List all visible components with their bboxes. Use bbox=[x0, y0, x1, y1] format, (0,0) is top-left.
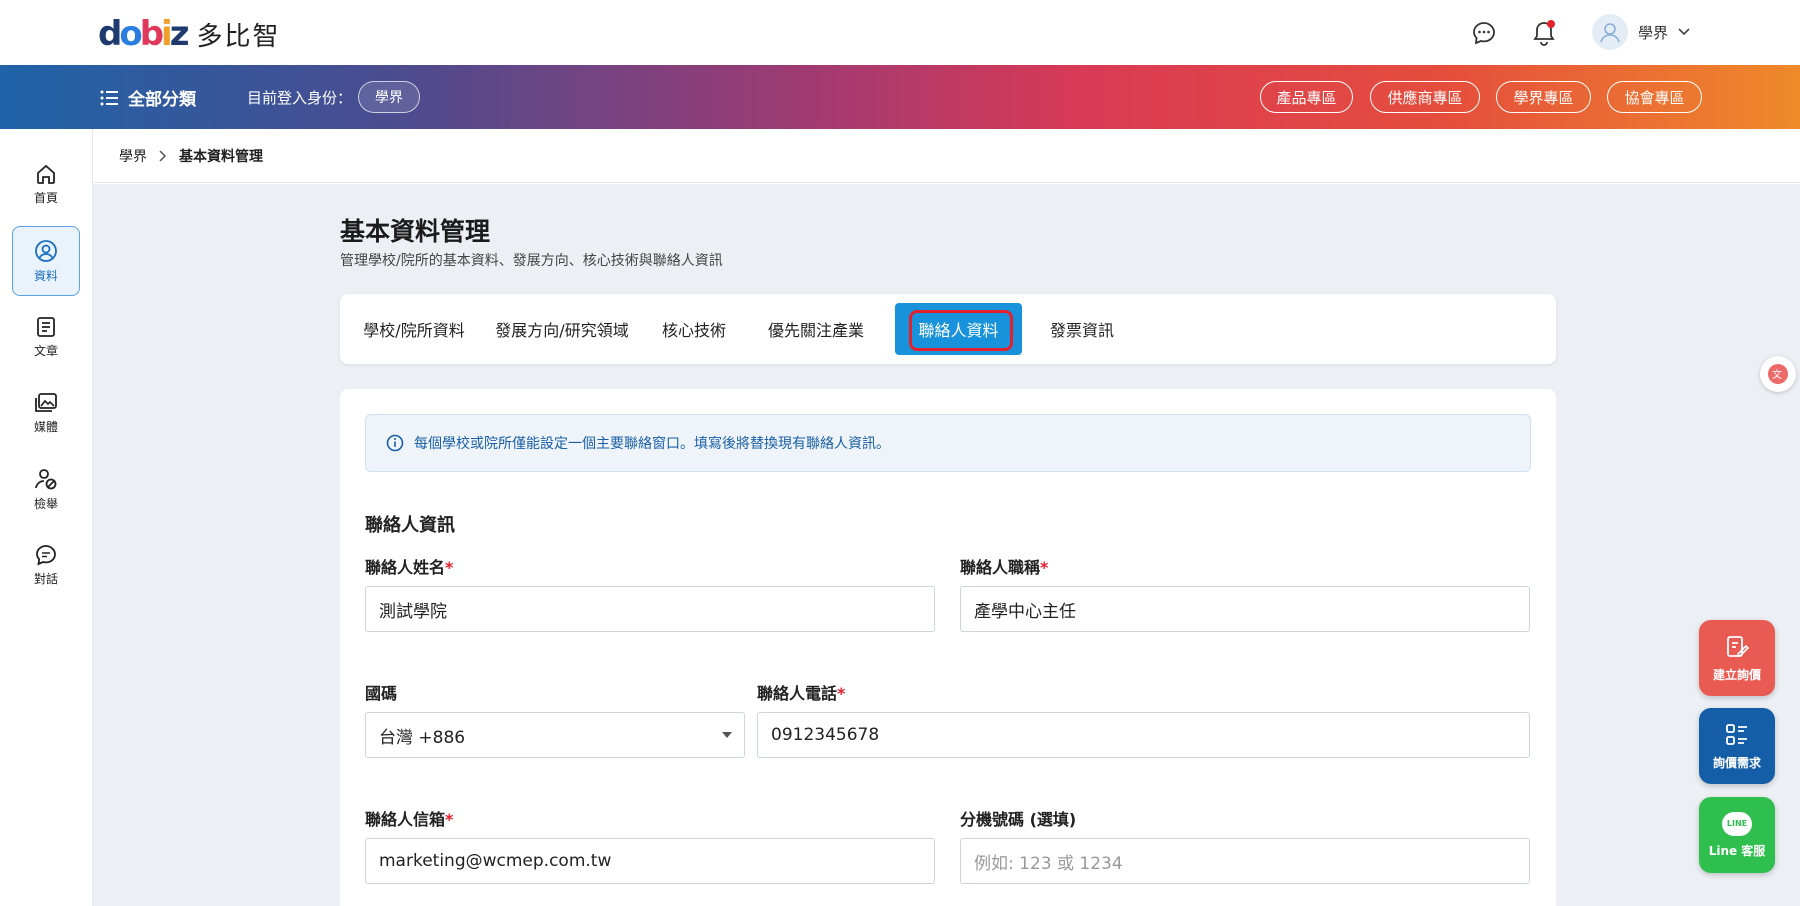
sidebar-item-label: 對話 bbox=[33, 571, 58, 586]
quote-requests-label: 詢價需求 bbox=[1712, 755, 1761, 770]
translate-button[interactable]: 文 bbox=[1760, 356, 1796, 392]
logo-mark: dobiz bbox=[98, 14, 189, 54]
chevron-right-icon bbox=[159, 149, 167, 162]
sidebar-item-label: 媒體 bbox=[33, 419, 58, 434]
sidebar-item-label: 資料 bbox=[33, 268, 58, 283]
zone-suppliers-button[interactable]: 供應商專區 bbox=[1370, 81, 1480, 113]
required-mark: * bbox=[445, 558, 454, 577]
zone-associations-button[interactable]: 協會專區 bbox=[1607, 81, 1702, 113]
avatar bbox=[1592, 14, 1628, 50]
required-mark: * bbox=[445, 810, 454, 829]
sidebar-item-label: 文章 bbox=[33, 343, 58, 358]
list-grid-icon bbox=[1726, 723, 1747, 745]
all-categories-label: 全部分類 bbox=[128, 90, 196, 110]
zone-products-button[interactable]: 產品專區 bbox=[1260, 81, 1353, 113]
contact-title-field[interactable]: 產學中心主任 bbox=[960, 586, 1530, 632]
sidebar-item-profile[interactable]: 資料 bbox=[12, 226, 80, 296]
sidebar-item-home[interactable]: 首頁 bbox=[12, 149, 80, 219]
svg-text:文: 文 bbox=[1772, 368, 1782, 381]
line-badge-text: LINE bbox=[1726, 819, 1748, 828]
tab-bar: 學校/院所資料 發展方向/研究領域 核心技術 優先關注產業 聯絡人資料 發票資訊 bbox=[340, 294, 1556, 364]
create-quote-label: 建立詢價 bbox=[1712, 667, 1761, 682]
line-icon: LINE bbox=[1722, 811, 1752, 836]
breadcrumb-current: 基本資料管理 bbox=[179, 148, 263, 165]
media-icon bbox=[35, 392, 57, 412]
extension-field[interactable]: 例如: 123 或 1234 bbox=[960, 838, 1530, 884]
all-categories-button[interactable]: 全部分類 bbox=[100, 85, 196, 110]
sidebar-item-label: 檢舉 bbox=[33, 496, 58, 511]
user-circle-icon bbox=[35, 239, 57, 262]
info-icon bbox=[386, 434, 404, 452]
top-header: dobiz 多比智 學界 bbox=[0, 0, 1800, 65]
contact-title-label-text: 聯絡人職稱 bbox=[960, 558, 1041, 577]
country-code-value: 台灣 +886 bbox=[379, 727, 466, 748]
chat-icon[interactable] bbox=[1469, 18, 1499, 48]
page-subtitle: 管理學校/院所的基本資料、發展方向、核心技術與聯絡人資訊 bbox=[340, 253, 723, 269]
logo[interactable]: dobiz 多比智 bbox=[98, 14, 281, 54]
tab-priority-industries[interactable]: 優先關注產業 bbox=[756, 303, 876, 355]
bell-icon[interactable] bbox=[1529, 18, 1559, 48]
translate-icon: 文 bbox=[1768, 364, 1788, 384]
email-field[interactable]: marketing@wcmep.com.tw bbox=[365, 838, 935, 884]
highlight-box bbox=[909, 310, 1013, 351]
phone-label: 聯絡人電話* bbox=[757, 680, 845, 704]
logo-text: 多比智 bbox=[196, 21, 281, 52]
sidebar: 首頁 資料 文章 媒體 檢舉 對話 bbox=[0, 129, 93, 906]
tab-core-technology[interactable]: 核心技術 bbox=[653, 303, 735, 355]
contact-name-label-text: 聯絡人姓名 bbox=[365, 558, 446, 577]
contact-name-label: 聯絡人姓名* bbox=[365, 554, 453, 578]
email-label: 聯絡人信箱* bbox=[365, 806, 453, 830]
chevron-down-icon bbox=[1678, 28, 1690, 36]
edit-document-icon bbox=[1727, 635, 1750, 657]
report-user-icon bbox=[35, 468, 57, 489]
extension-label: 分機號碼 (選填) bbox=[960, 810, 1077, 829]
email-label-text: 聯絡人信箱 bbox=[365, 810, 446, 829]
phone-label-text: 聯絡人電話 bbox=[757, 684, 838, 703]
breadcrumb-parent[interactable]: 學界 bbox=[119, 146, 147, 166]
quote-requests-button[interactable]: 詢價需求 bbox=[1699, 708, 1775, 784]
contact-name-field[interactable]: 測試學院 bbox=[365, 586, 935, 632]
home-icon bbox=[37, 164, 55, 184]
login-identity-label: 目前登入身份： bbox=[247, 89, 353, 107]
sidebar-item-media[interactable]: 媒體 bbox=[12, 378, 80, 448]
section-title: 聯絡人資訊 bbox=[365, 515, 455, 536]
country-code-select[interactable]: 台灣 +886 bbox=[365, 712, 745, 758]
sidebar-item-articles[interactable]: 文章 bbox=[12, 302, 80, 372]
user-menu[interactable]: 學界 bbox=[1592, 14, 1690, 50]
contact-form-card: 每個學校或院所僅能設定一個主要聯絡窗口。填寫後將替換現有聯絡人資訊。 聯絡人資訊… bbox=[340, 389, 1556, 906]
required-mark: * bbox=[837, 684, 846, 703]
chat-icon bbox=[36, 544, 56, 565]
line-service-label: Line 客服 bbox=[1708, 843, 1766, 858]
zone-academia-button[interactable]: 學界專區 bbox=[1496, 81, 1591, 113]
notice-text: 每個學校或院所僅能設定一個主要聯絡窗口。填寫後將替換現有聯絡人資訊。 bbox=[414, 436, 890, 452]
required-mark: * bbox=[1040, 558, 1049, 577]
create-quote-button[interactable]: 建立詢價 bbox=[1699, 620, 1775, 696]
category-band: 全部分類 目前登入身份： 學界 產品專區 供應商專區 學界專區 協會專區 bbox=[0, 65, 1800, 129]
tab-invoice-info[interactable]: 發票資訊 bbox=[1040, 303, 1124, 355]
breadcrumb: 學界 基本資料管理 bbox=[93, 129, 1800, 183]
tab-school-info[interactable]: 學校/院所資料 bbox=[356, 303, 472, 355]
list-icon bbox=[100, 90, 118, 105]
document-icon bbox=[37, 316, 55, 337]
info-notice: 每個學校或院所僅能設定一個主要聯絡窗口。填寫後將替換現有聯絡人資訊。 bbox=[365, 414, 1531, 472]
country-code-label: 國碼 bbox=[365, 684, 398, 703]
page-title: 基本資料管理 bbox=[340, 217, 491, 246]
tab-research-direction[interactable]: 發展方向/研究領域 bbox=[492, 303, 632, 355]
tab-contact-info[interactable]: 聯絡人資料 bbox=[895, 303, 1022, 355]
main-content: 基本資料管理 管理學校/院所的基本資料、發展方向、核心技術與聯絡人資訊 學校/院… bbox=[93, 184, 1800, 906]
dropdown-arrow-icon bbox=[722, 732, 732, 738]
user-name: 學界 bbox=[1638, 23, 1669, 42]
phone-field[interactable]: 0912345678 bbox=[757, 712, 1530, 758]
sidebar-item-label: 首頁 bbox=[33, 190, 58, 205]
line-service-button[interactable]: LINE Line 客服 bbox=[1699, 797, 1775, 873]
sidebar-item-chat[interactable]: 對話 bbox=[12, 530, 80, 600]
contact-title-label: 聯絡人職稱* bbox=[960, 554, 1048, 578]
sidebar-item-report[interactable]: 檢舉 bbox=[12, 454, 80, 524]
role-badge: 學界 bbox=[358, 81, 420, 113]
